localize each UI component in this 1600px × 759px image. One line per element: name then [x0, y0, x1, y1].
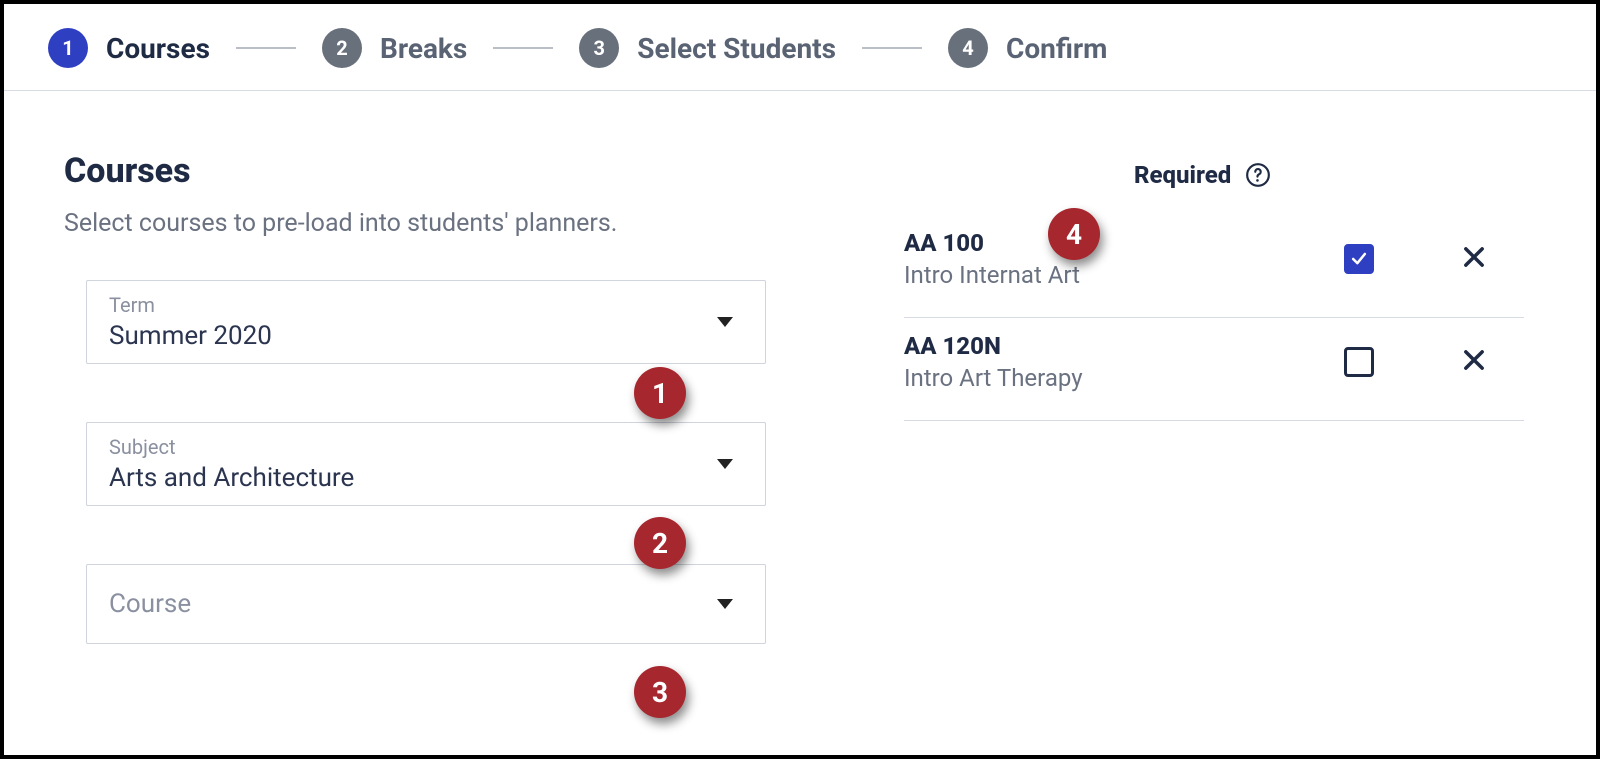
chevron-down-icon [717, 599, 733, 609]
panel-courses: Courses Select courses to pre-load into … [4, 91, 1596, 702]
term-label: Term [109, 293, 743, 317]
page-subtitle: Select courses to pre-load into students… [64, 209, 814, 238]
course-code: AA 120N [904, 332, 1294, 360]
term-value: Summer 2020 [109, 321, 743, 351]
required-checkbox[interactable] [1344, 347, 1374, 377]
step-number: 1 [48, 28, 88, 68]
step-number: 3 [579, 28, 619, 68]
course-label: Course [109, 589, 191, 619]
annotation-badge-1: 1 [634, 367, 686, 419]
step-breaks[interactable]: 2 Breaks [322, 28, 467, 68]
chevron-down-icon [717, 459, 733, 469]
course-row: AA 120N Intro Art Therapy [904, 318, 1524, 421]
step-connector [236, 47, 296, 49]
chevron-down-icon [717, 317, 733, 327]
step-label: Courses [106, 32, 210, 65]
subject-label: Subject [109, 435, 743, 459]
step-connector [493, 47, 553, 49]
annotation-badge-3: 3 [634, 666, 686, 718]
subject-value: Arts and Architecture [109, 463, 743, 493]
annotation-badge-2: 2 [634, 517, 686, 569]
course-dropdown[interactable]: Course [86, 564, 766, 644]
step-courses[interactable]: 1 Courses [48, 28, 210, 68]
selected-courses-column: Required AA 100 Intro Internat Art [904, 151, 1524, 702]
course-row: AA 100 Intro Internat Art [904, 215, 1524, 318]
step-select-students[interactable]: 3 Select Students [579, 28, 836, 68]
remove-course-button[interactable] [1460, 243, 1488, 275]
term-dropdown[interactable]: Term Summer 2020 [86, 280, 766, 364]
course-name: Intro Internat Art [904, 261, 1294, 289]
required-header: Required [1134, 161, 1524, 189]
subject-dropdown[interactable]: Subject Arts and Architecture [86, 422, 766, 506]
required-label: Required [1134, 161, 1231, 189]
step-label: Select Students [637, 32, 836, 65]
step-number: 2 [322, 28, 362, 68]
step-confirm[interactable]: 4 Confirm [948, 28, 1107, 68]
step-connector [862, 47, 922, 49]
course-name: Intro Art Therapy [904, 364, 1294, 392]
step-number: 4 [948, 28, 988, 68]
annotation-badge-4: 4 [1048, 208, 1100, 260]
remove-course-button[interactable] [1460, 346, 1488, 378]
help-icon[interactable] [1245, 162, 1271, 188]
course-info: AA 120N Intro Art Therapy [904, 332, 1294, 392]
required-checkbox[interactable] [1344, 244, 1374, 274]
page-title: Courses [64, 151, 814, 191]
wizard-stepper: 1 Courses 2 Breaks 3 Select Students 4 C… [4, 4, 1596, 91]
step-label: Breaks [380, 32, 467, 65]
step-label: Confirm [1006, 32, 1107, 65]
left-column: Courses Select courses to pre-load into … [64, 151, 814, 702]
viewport: 1 Courses 2 Breaks 3 Select Students 4 C… [0, 0, 1600, 759]
